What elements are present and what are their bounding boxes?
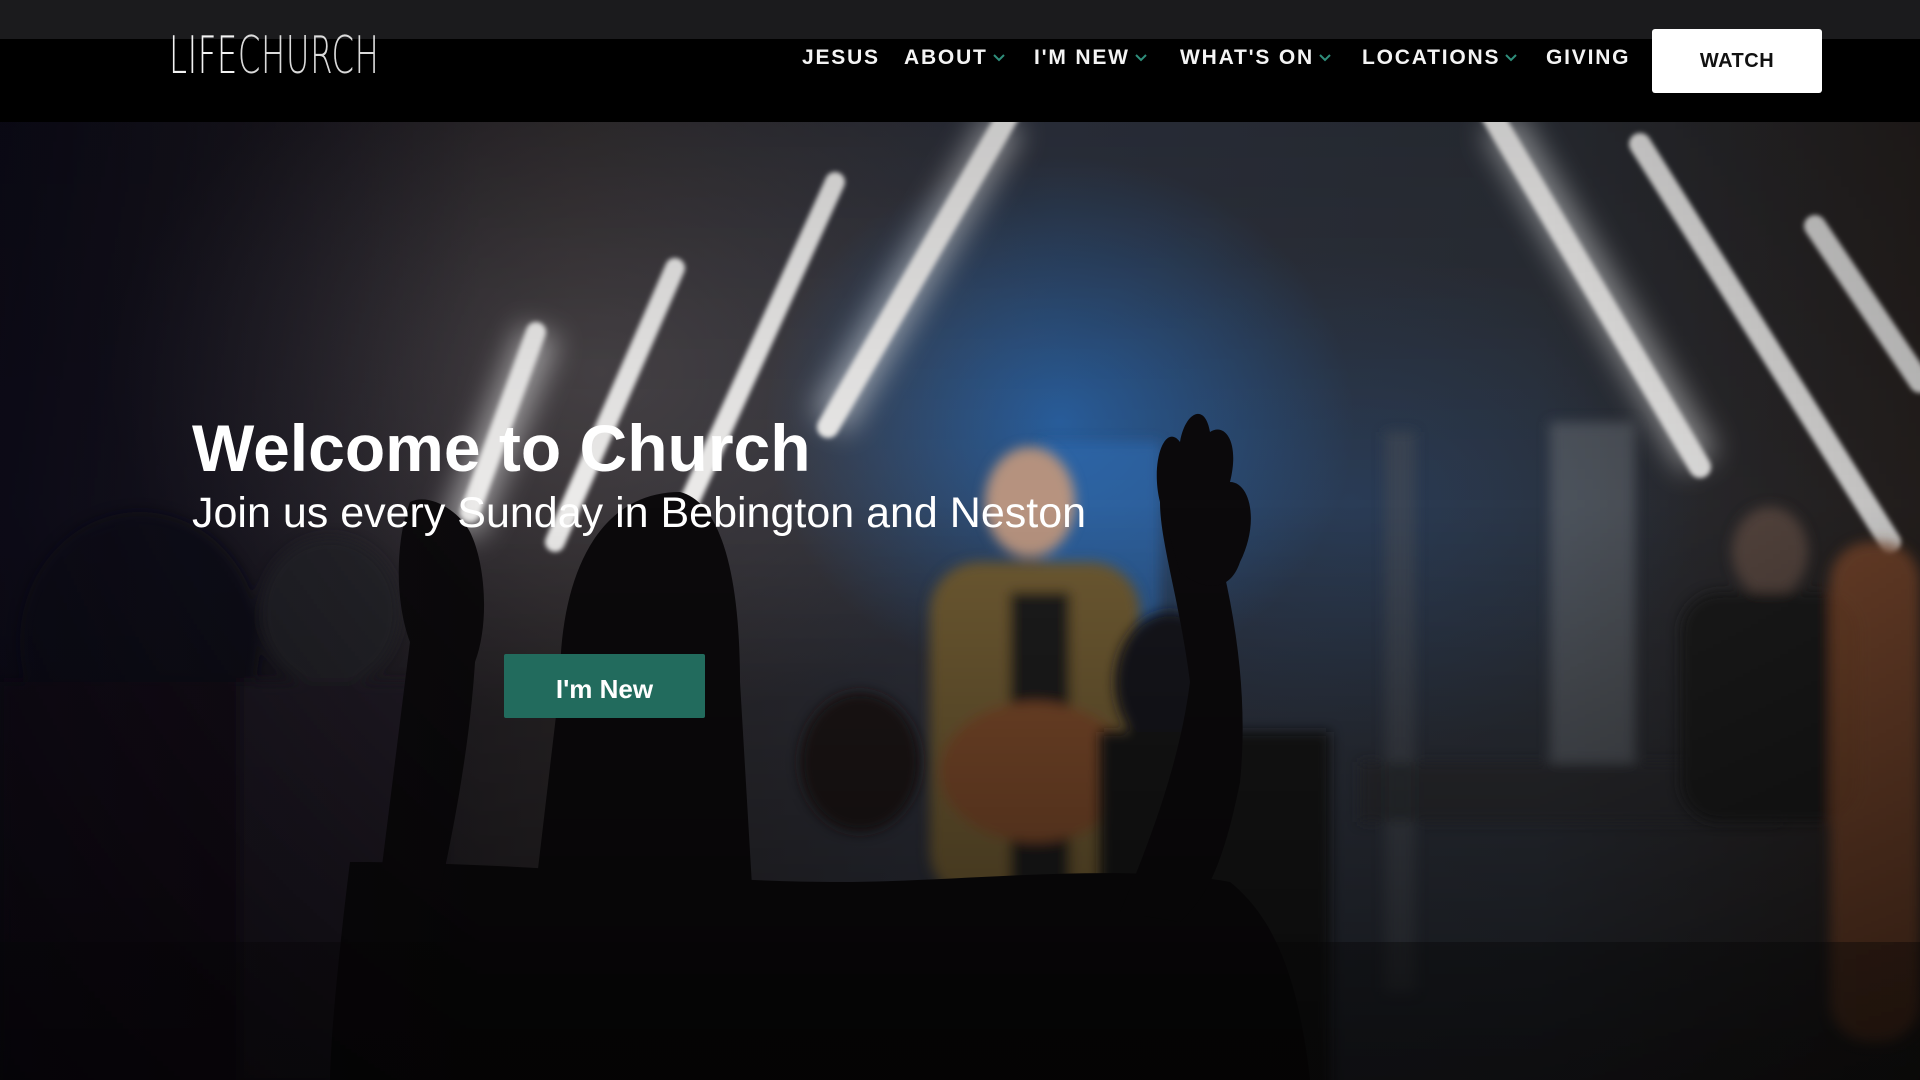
nav-item-about[interactable]: ABOUT xyxy=(904,46,1006,70)
logo[interactable]: LIFECHURCH xyxy=(169,30,379,82)
logo-word-life: LIFE xyxy=(169,26,238,86)
nav-item-giving[interactable]: GIVING xyxy=(1546,46,1630,70)
nav-item-whats-on[interactable]: WHAT'S ON xyxy=(1180,46,1332,70)
chevron-down-icon xyxy=(1505,54,1518,62)
page: LIFECHURCH JESUS ABOUT I'M NEW WHAT'S ON… xyxy=(0,0,1920,1080)
nav-label-locations: LOCATIONS xyxy=(1362,46,1501,69)
nav-label-giving: GIVING xyxy=(1546,46,1631,69)
chevron-down-icon xyxy=(1319,54,1331,62)
nav-item-im-new[interactable]: I'M NEW xyxy=(1034,46,1148,70)
nav-item-jesus[interactable]: JESUS xyxy=(802,46,880,70)
nav-label-jesus: JESUS xyxy=(802,46,880,69)
hero-section xyxy=(0,122,1920,1080)
hero-subtitle: Join us every Sunday in Bebington and Ne… xyxy=(192,489,1087,537)
nav-label-im-new: I'M NEW xyxy=(1034,46,1130,69)
chevron-down-icon xyxy=(1135,54,1147,62)
chevron-down-icon xyxy=(992,54,1005,62)
nav-item-locations[interactable]: LOCATIONS xyxy=(1362,46,1518,70)
hero-title: Welcome to Church xyxy=(192,411,811,485)
hero-overlay xyxy=(0,122,1920,1080)
nav-label-about: ABOUT xyxy=(904,46,988,69)
logo-word-church: CHURCH xyxy=(237,26,380,86)
nav-label-whats-on: WHAT'S ON xyxy=(1180,46,1314,69)
im-new-button[interactable]: I'm New xyxy=(504,654,705,718)
watch-button[interactable]: WATCH xyxy=(1652,29,1822,93)
